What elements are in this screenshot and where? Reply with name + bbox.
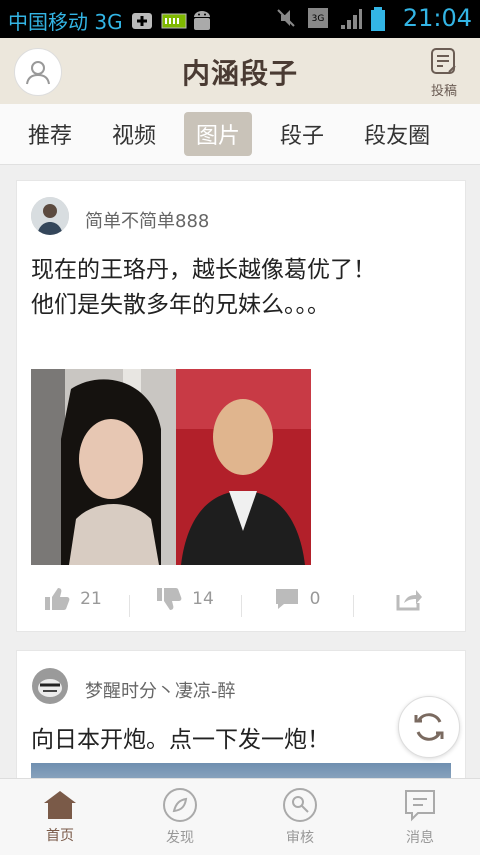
signal-icon	[339, 7, 362, 29]
comment-count: 0	[309, 589, 321, 609]
add-notification-icon	[131, 10, 153, 32]
mute-icon	[275, 7, 297, 29]
tab-video[interactable]: 视频	[100, 112, 168, 156]
share-icon	[396, 590, 422, 611]
carrier-label: 中国移动 3G	[8, 10, 123, 34]
tab-community[interactable]: 段友圈	[352, 112, 442, 156]
nav-messages[interactable]: 消息	[360, 779, 480, 855]
nav-discover-label: 发现	[166, 830, 194, 846]
refresh-icon	[414, 713, 444, 741]
post-card[interactable]: 梦醒时分丶凄凉-醉 向日本开炮。点一下发一炮！	[16, 650, 466, 778]
android-icon	[191, 10, 213, 32]
compass-icon	[163, 788, 197, 822]
bottom-navigation: 首页 发现 审核 消息	[0, 778, 480, 855]
post-text[interactable]: 向日本开炮。点一下发一炮！	[31, 723, 451, 758]
tab-pictures[interactable]: 图片	[184, 112, 253, 156]
like-count: 21	[80, 589, 102, 609]
status-bar: 中国移动 3G 3G 21:04	[0, 0, 480, 38]
tab-recommend[interactable]: 推荐	[16, 112, 84, 156]
home-icon	[44, 791, 76, 819]
dislike-button[interactable]: 14	[129, 587, 241, 617]
feed-list[interactable]: 简单不简单888 现在的王珞丹，越长越像葛优了！他们是失散多年的兄妹么。。。 2…	[0, 164, 480, 778]
nav-home[interactable]: 首页	[0, 779, 120, 855]
thumbs-down-icon	[157, 588, 182, 610]
post-image[interactable]	[31, 763, 451, 778]
battery-icon	[370, 7, 393, 31]
nav-review-label: 审核	[286, 830, 314, 846]
submit-post-button[interactable]: 投稿	[424, 46, 464, 99]
nav-review[interactable]: 审核	[240, 779, 360, 855]
review-icon	[283, 788, 317, 822]
category-tabs: 推荐 视频 图片 段子 段友圈	[0, 104, 480, 165]
clock: 21:04	[402, 4, 472, 32]
like-button[interactable]: 21	[17, 587, 129, 611]
post-text[interactable]: 现在的王珞丹，越长越像葛优了！他们是失散多年的兄妹么。。。	[31, 253, 391, 323]
message-icon	[405, 790, 435, 822]
submit-post-label: 投稿	[430, 84, 457, 99]
nav-home-label: 首页	[46, 828, 74, 844]
edit-icon	[431, 48, 456, 74]
nav-discover[interactable]: 发现	[120, 779, 240, 855]
comment-icon	[275, 589, 298, 609]
app-logo: 内涵段子	[181, 57, 298, 90]
username[interactable]: 梦醒时分丶凄凉-醉	[85, 677, 236, 703]
dislike-count: 14	[192, 589, 214, 609]
username[interactable]: 简单不简单888	[85, 207, 209, 233]
battery-saver-icon	[161, 10, 187, 32]
thumbs-up-icon	[45, 588, 70, 610]
refresh-button[interactable]	[398, 696, 460, 758]
app-header: 内涵段子 投稿	[0, 38, 480, 104]
post-actions: 21 14 0	[17, 581, 465, 617]
network-type-icon: 3G	[307, 7, 329, 29]
post-image[interactable]	[31, 369, 311, 565]
share-button[interactable]	[353, 587, 465, 617]
comment-button[interactable]: 0	[241, 587, 353, 617]
post-card[interactable]: 简单不简单888 现在的王珞丹，越长越像葛优了！他们是失散多年的兄妹么。。。 2…	[16, 180, 466, 632]
tab-jokes[interactable]: 段子	[268, 112, 336, 156]
network-type-label: 3G	[311, 14, 324, 24]
avatar[interactable]	[31, 667, 69, 705]
avatar[interactable]	[31, 197, 69, 235]
nav-messages-label: 消息	[406, 830, 434, 846]
